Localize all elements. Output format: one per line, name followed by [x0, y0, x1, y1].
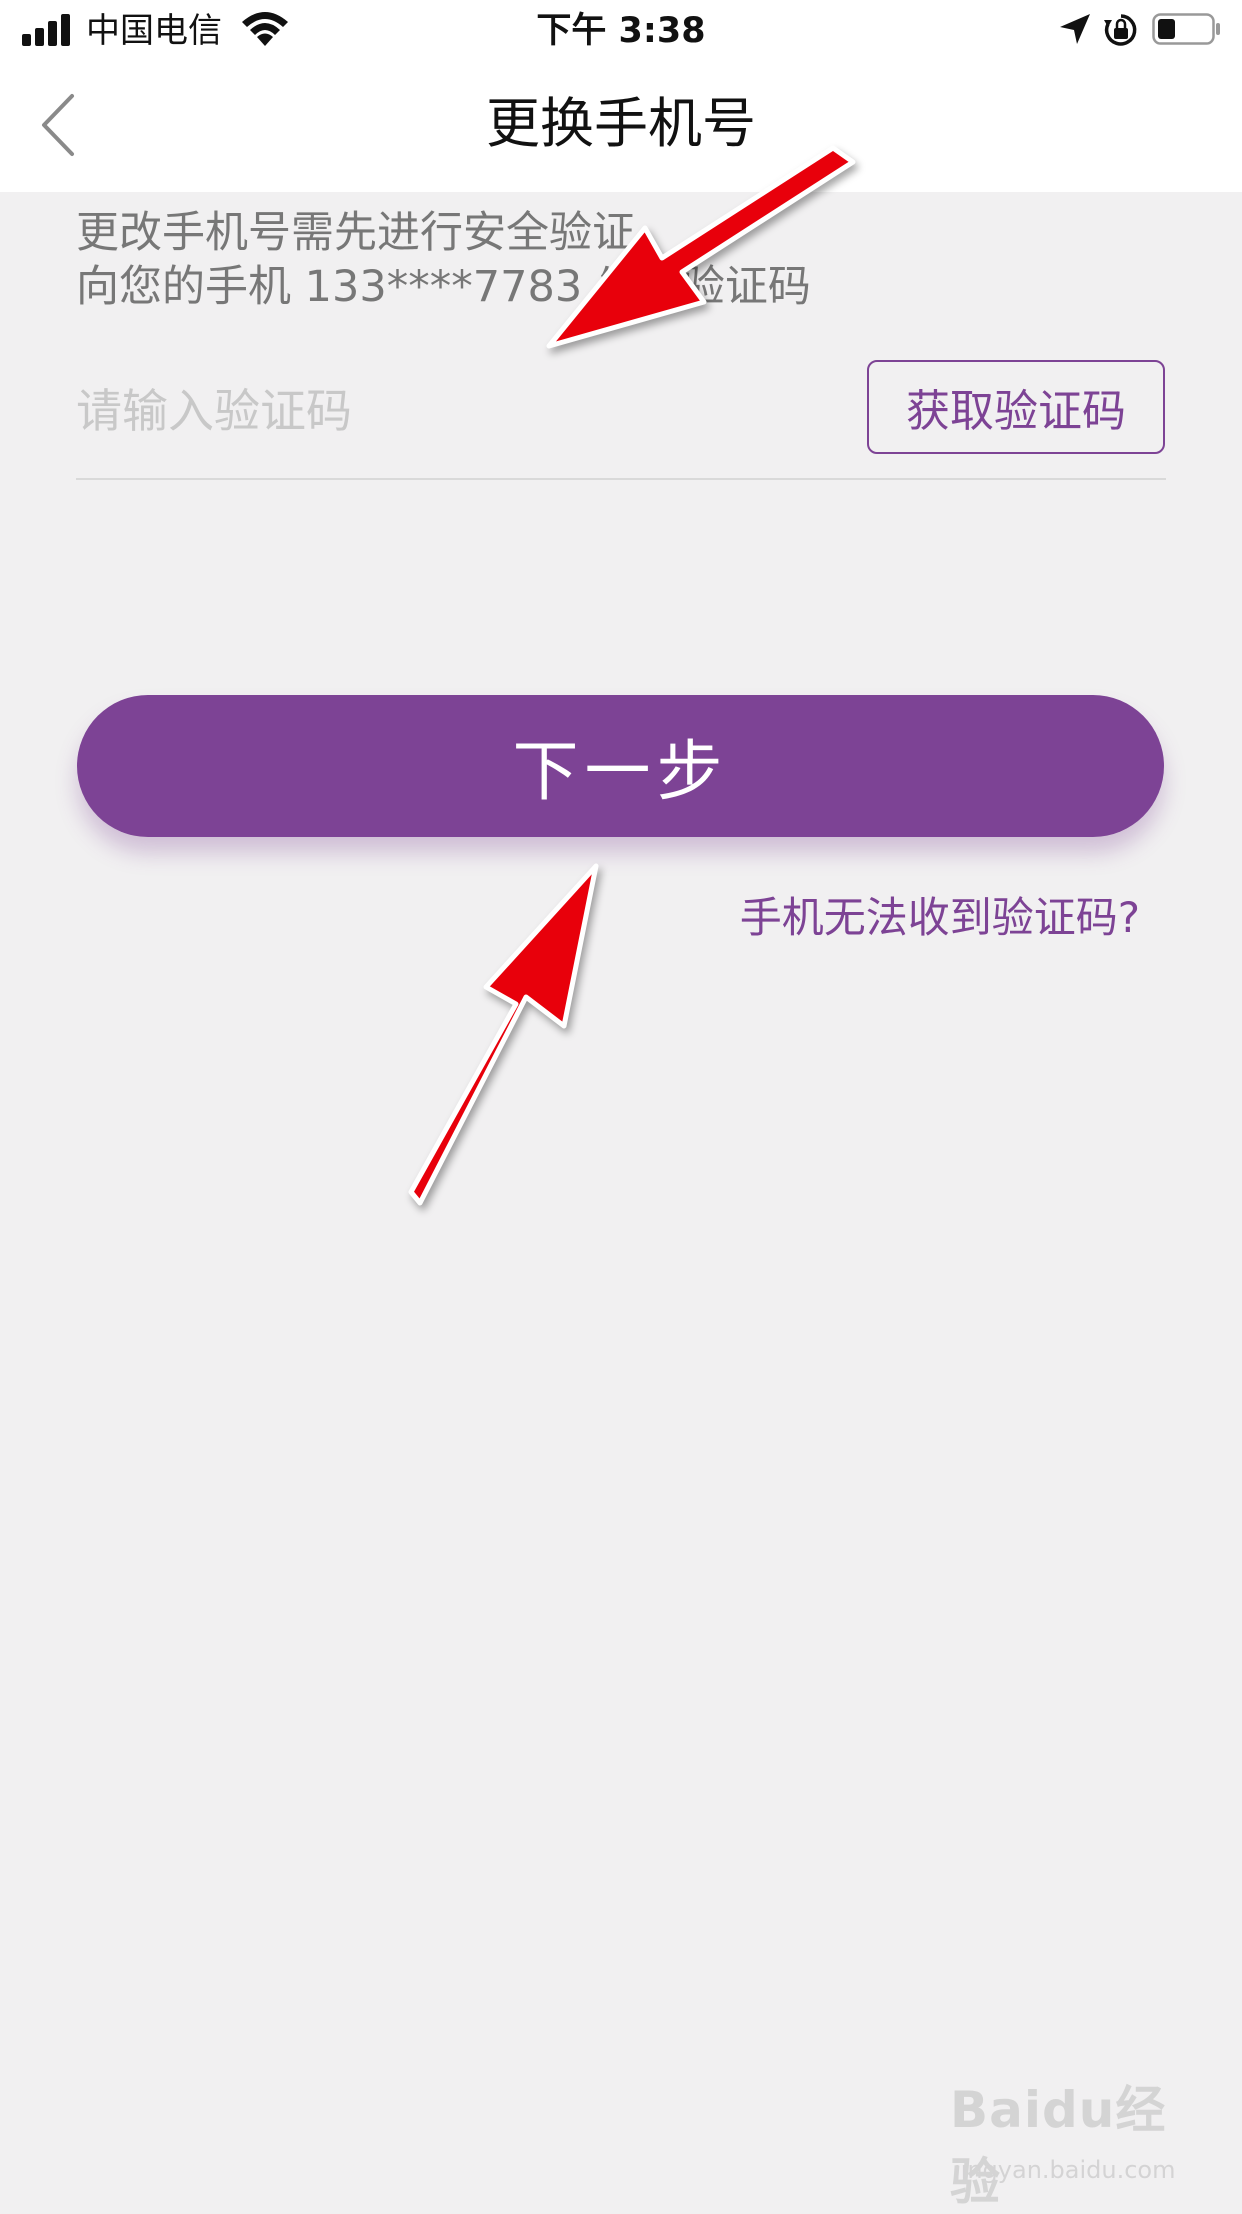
hint-line-1: 更改手机号需先进行安全验证 [76, 208, 635, 258]
nav-bar: 更换手机号 [0, 62, 1242, 192]
watermark-logo: Baidu经验 [950, 2081, 1167, 2211]
rotation-lock-icon [1104, 14, 1137, 46]
wifi-icon [242, 12, 288, 46]
carrier-name: 中国电信 [86, 11, 222, 51]
status-bar: 中国电信 下午 3:38 [0, 0, 1242, 62]
signal-strength-icon [22, 14, 74, 46]
input-divider [76, 478, 1166, 480]
battery-icon [1152, 13, 1220, 45]
location-arrow-icon [1060, 14, 1090, 44]
watermark-url: jingyan.baidu.com [954, 2156, 1176, 2184]
verification-code-input[interactable] [76, 366, 836, 456]
get-code-button[interactable]: 获取验证码 [867, 360, 1165, 454]
verification-hint: 更改手机号需先进行安全验证 向您的手机 133****7783 发送验证码 [76, 206, 811, 314]
hint-line-2: 向您的手机 133****7783 发送验证码 [76, 262, 811, 312]
cannot-receive-code-link[interactable]: 手机无法收到验证码? [700, 890, 1140, 946]
annotation-arrows [408, 145, 856, 1206]
page-title: 更换手机号 [486, 92, 756, 155]
next-step-button[interactable]: 下一步 [77, 695, 1164, 837]
baidu-jingyan-watermark: Baidu经验 jingyan.baidu.com [950, 2070, 1210, 2211]
annotation-arrow-bottom-icon [408, 863, 599, 1206]
